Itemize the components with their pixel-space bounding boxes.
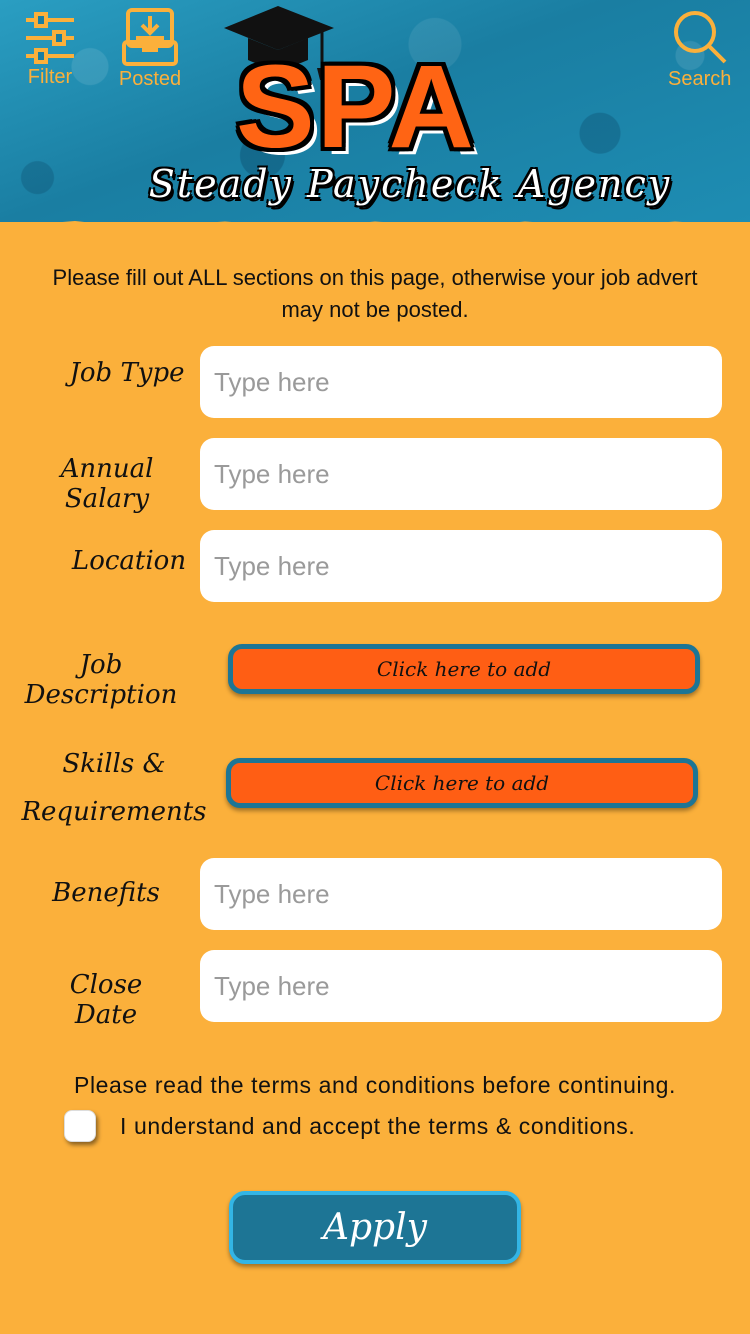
skills-button-label: Click here to add [374, 771, 550, 795]
search-button[interactable]: Search [668, 8, 731, 91]
benefits-input[interactable] [200, 858, 722, 930]
logo-subtitle: Steady Paycheck Agency [148, 162, 672, 206]
job-description-label: Job Description [24, 650, 178, 710]
spa-logo: SPA Steady Paycheck Agency [149, 4, 669, 219]
posted-button[interactable]: Posted [118, 8, 182, 91]
skills-add-button[interactable]: Click here to add [226, 758, 698, 808]
terms-note: Please read the terms and conditions bef… [74, 1072, 676, 1098]
app-header: Filter Posted Search SPA Steady Paycheck… [0, 0, 750, 222]
location-input[interactable] [200, 530, 722, 602]
location-label: Location [71, 546, 187, 576]
search-icon [668, 8, 731, 66]
terms-checkbox[interactable] [64, 1110, 96, 1142]
skills-label-line2: Requirements [21, 797, 207, 827]
filter-button[interactable]: Filter [22, 8, 78, 89]
search-label: Search [668, 68, 732, 90]
skills-requirements-label: Skills & Requirements [18, 740, 210, 836]
filter-label: Filter [27, 66, 73, 88]
inbox-download-icon [118, 8, 182, 66]
apply-button-label: Apply [323, 1207, 427, 1248]
apply-button[interactable]: Apply [229, 1191, 521, 1264]
close-date-label: Close Date [69, 970, 143, 1030]
terms-checkbox-label: I understand and accept the terms & cond… [120, 1112, 636, 1139]
posted-label: Posted [118, 68, 182, 90]
form-instructions: Please fill out ALL sections on this pag… [52, 265, 698, 322]
close-date-input[interactable] [200, 950, 722, 1022]
logo-title: SPA [236, 41, 476, 173]
job-description-button-label: Click here to add [376, 657, 552, 681]
annual-salary-label: Annual Salary [60, 454, 154, 514]
benefits-label: Benefits [52, 878, 160, 908]
job-type-label: Job Type [69, 358, 185, 388]
annual-salary-input[interactable] [200, 438, 722, 510]
job-type-input[interactable] [200, 346, 722, 418]
job-description-add-button[interactable]: Click here to add [228, 644, 700, 694]
terms-row: I understand and accept the terms & cond… [64, 1110, 635, 1142]
skills-label-line1: Skills & [62, 749, 166, 779]
sliders-icon [22, 8, 78, 64]
